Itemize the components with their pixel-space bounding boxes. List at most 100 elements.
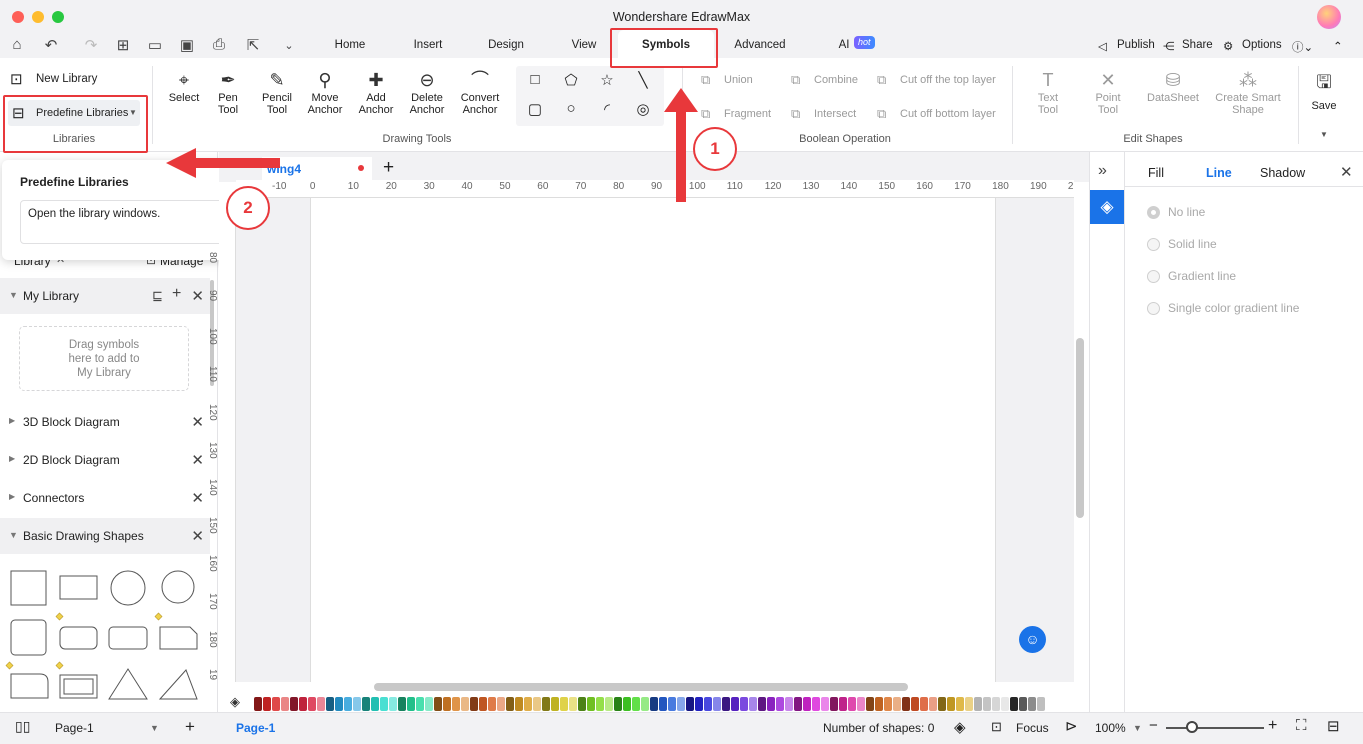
zoom-slider-handle[interactable]: [1186, 721, 1198, 733]
my-library-header[interactable]: ▼ My Library ⊑ + ✕: [0, 278, 210, 314]
color-swatch[interactable]: [272, 697, 280, 711]
horizontal-scrollbar[interactable]: [374, 683, 908, 691]
color-swatch[interactable]: [569, 697, 577, 711]
color-swatch[interactable]: [902, 697, 910, 711]
close-icon[interactable]: ✕: [191, 413, 204, 431]
print-icon[interactable]: ⎙: [208, 36, 230, 53]
color-swatch[interactable]: [659, 697, 667, 711]
library-3d-block-diagram[interactable]: ▶ 3D Block Diagram ✕: [0, 404, 210, 440]
color-swatch[interactable]: [281, 697, 289, 711]
color-swatch[interactable]: [587, 697, 595, 711]
close-icon[interactable]: ✕: [191, 451, 204, 469]
color-swatch[interactable]: [470, 697, 478, 711]
my-library-dropzone[interactable]: Drag symbols here to add to My Library: [19, 326, 189, 391]
circle-shape[interactable]: [161, 570, 195, 604]
union-button[interactable]: Union: [724, 74, 753, 86]
open-folder-icon[interactable]: ▭: [144, 36, 166, 54]
color-swatch[interactable]: [596, 697, 604, 711]
color-swatch[interactable]: [947, 697, 955, 711]
color-swatch[interactable]: [776, 697, 784, 711]
color-swatch[interactable]: [983, 697, 991, 711]
color-swatch[interactable]: [713, 697, 721, 711]
publish-button[interactable]: Publish: [1117, 39, 1155, 51]
new-file-icon[interactable]: ⊞: [112, 36, 134, 54]
fill-picker-icon[interactable]: ◈: [230, 694, 240, 710]
color-swatch[interactable]: [857, 697, 865, 711]
color-swatch[interactable]: [704, 697, 712, 711]
color-swatch[interactable]: [911, 697, 919, 711]
color-swatch[interactable]: [785, 697, 793, 711]
color-swatch[interactable]: [875, 697, 883, 711]
color-swatch[interactable]: [254, 697, 262, 711]
drawing-page[interactable]: [310, 198, 996, 682]
collapse-ribbon-icon[interactable]: ⌃: [1333, 39, 1343, 53]
color-swatch[interactable]: [317, 697, 325, 711]
color-swatch[interactable]: [740, 697, 748, 711]
color-swatch[interactable]: [812, 697, 820, 711]
color-swatch[interactable]: [263, 697, 271, 711]
color-swatch[interactable]: [326, 697, 334, 711]
datasheet-button[interactable]: ⛁ DataSheet: [1142, 68, 1204, 104]
fullscreen-icon[interactable]: ⊟: [1327, 717, 1340, 735]
zoom-in-button[interactable]: +: [1268, 717, 1277, 735]
library-connectors[interactable]: ▶ Connectors ✕: [0, 480, 210, 516]
tab-design[interactable]: Design: [478, 39, 534, 51]
tab-fill[interactable]: Fill: [1148, 166, 1164, 180]
color-swatch[interactable]: [920, 697, 928, 711]
color-swatch[interactable]: [614, 697, 622, 711]
round-corner-shape[interactable]: [10, 673, 49, 699]
color-swatch[interactable]: [578, 697, 586, 711]
color-swatch[interactable]: [848, 697, 856, 711]
color-swatch[interactable]: [380, 697, 388, 711]
page-tab[interactable]: Page-1: [236, 721, 275, 735]
color-swatch[interactable]: [731, 697, 739, 711]
new-library-button[interactable]: New Library: [36, 73, 97, 85]
text-tool-button[interactable]: T Text Tool: [1028, 68, 1068, 116]
save-button[interactable]: 🖫 Save: [1305, 70, 1343, 112]
point-tool-button[interactable]: ✕ Point Tool: [1088, 68, 1128, 116]
color-swatch[interactable]: [335, 697, 343, 711]
add-icon[interactable]: +: [172, 285, 181, 303]
tab-view[interactable]: View: [556, 39, 612, 51]
color-swatch[interactable]: [974, 697, 982, 711]
user-avatar[interactable]: [1317, 5, 1341, 29]
color-swatch[interactable]: [803, 697, 811, 711]
color-swatch[interactable]: [308, 697, 316, 711]
color-swatch[interactable]: [353, 697, 361, 711]
fragment-button[interactable]: Fragment: [724, 108, 771, 120]
color-swatch[interactable]: [515, 697, 523, 711]
color-swatch[interactable]: [1010, 697, 1018, 711]
cut-bottom-layer-button[interactable]: Cut off bottom layer: [900, 108, 996, 120]
color-swatch[interactable]: [506, 697, 514, 711]
page-panel-icon[interactable]: ▯▯: [15, 718, 30, 735]
color-swatch[interactable]: [461, 697, 469, 711]
color-swatch[interactable]: [632, 697, 640, 711]
play-icon[interactable]: ⊳: [1065, 717, 1078, 735]
share-button[interactable]: Share: [1182, 39, 1213, 51]
rectangle-shape[interactable]: [59, 575, 98, 600]
color-swatch[interactable]: [767, 697, 775, 711]
options-button[interactable]: Options: [1242, 39, 1282, 51]
color-swatch[interactable]: [290, 697, 298, 711]
color-swatch[interactable]: [434, 697, 442, 711]
color-swatch[interactable]: [1019, 697, 1027, 711]
frame-shape[interactable]: [59, 674, 98, 699]
close-icon[interactable]: ✕: [191, 527, 204, 545]
right-triangle-shape[interactable]: [158, 669, 198, 700]
cut-top-layer-button[interactable]: Cut off the top layer: [900, 74, 996, 86]
zoom-out-button[interactable]: −: [1149, 717, 1158, 734]
color-swatch[interactable]: [1028, 697, 1036, 711]
color-swatch[interactable]: [992, 697, 1000, 711]
color-swatch[interactable]: [425, 697, 433, 711]
tab-shadow[interactable]: Shadow: [1260, 166, 1305, 180]
close-panel-icon[interactable]: ✕: [1340, 163, 1353, 181]
ai-assistant-icon[interactable]: ☺: [1019, 626, 1046, 653]
import-icon[interactable]: ⊑: [152, 288, 163, 304]
color-swatch[interactable]: [677, 697, 685, 711]
focus-button[interactable]: Focus: [1016, 721, 1049, 735]
tab-insert[interactable]: Insert: [400, 39, 456, 51]
library-2d-block-diagram[interactable]: ▶ 2D Block Diagram ✕: [0, 442, 210, 478]
rounded-rectangle-shape[interactable]: [59, 626, 98, 650]
color-swatch[interactable]: [533, 697, 541, 711]
tab-advanced[interactable]: Advanced: [724, 39, 796, 51]
